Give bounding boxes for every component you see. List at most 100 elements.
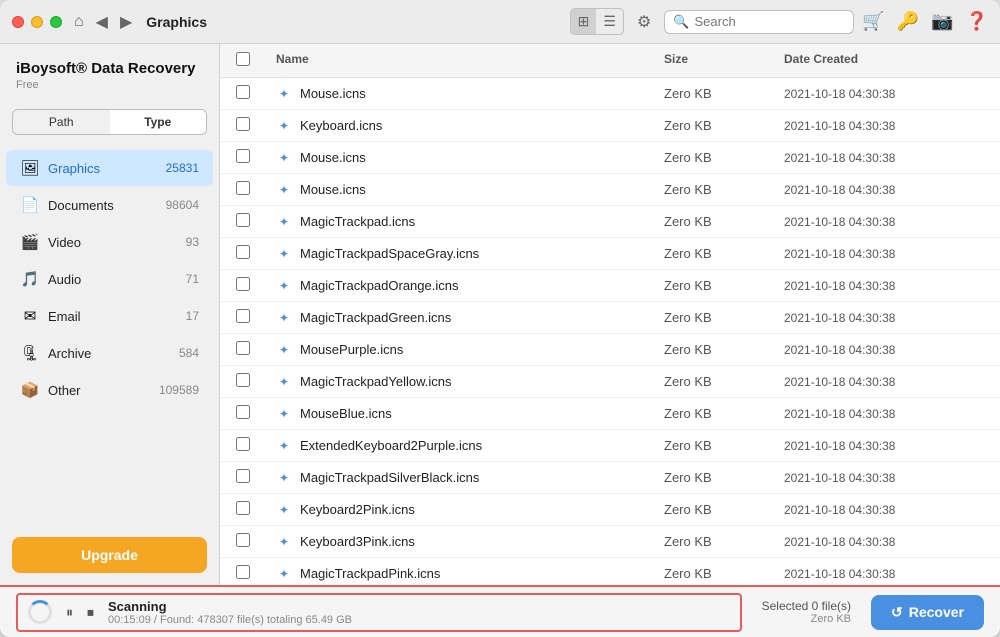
file-size: Zero KB — [664, 534, 784, 549]
filter-button[interactable]: ⚙ — [632, 10, 656, 34]
file-date: 2021-10-18 04:30:38 — [784, 311, 984, 325]
sidebar-item-count-video: 93 — [186, 235, 199, 249]
pause-button[interactable]: ⏸ — [62, 602, 77, 623]
file-size: Zero KB — [664, 182, 784, 197]
home-icon[interactable]: ⌂ — [74, 13, 84, 31]
file-name: MagicTrackpad.icns — [300, 214, 415, 229]
file-type-icon: ✦ — [276, 215, 292, 229]
sidebar-item-documents[interactable]: 📄 Documents 98604 — [6, 187, 213, 223]
file-checkbox[interactable] — [236, 341, 250, 355]
stop-button[interactable]: ⏹ — [83, 602, 98, 623]
file-name: Keyboard.icns — [300, 118, 382, 133]
file-checkbox[interactable] — [236, 373, 250, 387]
row-checkbox-cell — [236, 277, 276, 294]
audio-icon: 🎵 — [20, 269, 40, 289]
row-checkbox-cell — [236, 213, 276, 230]
key-icon[interactable]: 🔑 — [897, 11, 919, 32]
table-row: ✦ MagicTrackpadGreen.icns Zero KB 2021-1… — [220, 302, 1000, 334]
scan-status-outline: ⏸ ⏹ Scanning 00:15:09 / Found: 478307 fi… — [16, 593, 742, 632]
sidebar-item-other[interactable]: 📦 Other 109589 — [6, 372, 213, 408]
tab-type[interactable]: Type — [110, 110, 207, 134]
file-area: Name Size Date Created ✦ Mouse.icns Zero… — [220, 44, 1000, 585]
file-size: Zero KB — [664, 214, 784, 229]
file-type-icon: ✦ — [276, 439, 292, 453]
camera-icon[interactable]: 📷 — [931, 11, 953, 32]
file-size: Zero KB — [664, 246, 784, 261]
file-list: ✦ Mouse.icns Zero KB 2021-10-18 04:30:38… — [220, 78, 1000, 585]
file-type-icon: ✦ — [276, 407, 292, 421]
sidebar-item-graphics[interactable]: 🖼 Graphics 25831 — [6, 150, 213, 186]
minimize-button[interactable] — [31, 16, 43, 28]
file-checkbox[interactable] — [236, 405, 250, 419]
scan-title: Scanning — [108, 599, 730, 614]
file-date: 2021-10-18 04:30:38 — [784, 375, 984, 389]
file-name-cell: ✦ MousePurple.icns — [276, 342, 664, 357]
file-name-cell: ✦ MouseBlue.icns — [276, 406, 664, 421]
file-checkbox[interactable] — [236, 85, 250, 99]
file-name-cell: ✦ MagicTrackpadGreen.icns — [276, 310, 664, 325]
sidebar-item-audio[interactable]: 🎵 Audio 71 — [6, 261, 213, 297]
sidebar-items: 🖼 Graphics 25831 📄 Documents 98604 🎬 Vid… — [0, 145, 219, 525]
list-view-button[interactable]: ☰ — [596, 9, 623, 34]
cart-icon[interactable]: 🛒 — [862, 11, 884, 32]
header-date: Date Created — [784, 52, 984, 69]
forward-button[interactable]: ▶ — [116, 10, 136, 34]
file-name: MagicTrackpadSilverBlack.icns — [300, 470, 479, 485]
sidebar-item-video[interactable]: 🎬 Video 93 — [6, 224, 213, 260]
file-checkbox[interactable] — [236, 117, 250, 131]
graphics-icon: 🖼 — [20, 158, 40, 178]
file-type-icon: ✦ — [276, 183, 292, 197]
traffic-lights — [12, 16, 62, 28]
file-checkbox[interactable] — [236, 565, 250, 579]
file-date: 2021-10-18 04:30:38 — [784, 439, 984, 453]
file-checkbox[interactable] — [236, 533, 250, 547]
select-all-checkbox[interactable] — [236, 52, 250, 66]
row-checkbox-cell — [236, 309, 276, 326]
grid-view-button[interactable]: ⊞ — [571, 9, 597, 34]
file-name-cell: ✦ ExtendedKeyboard2Purple.icns — [276, 438, 664, 453]
back-button[interactable]: ◀ — [92, 10, 112, 34]
row-checkbox-cell — [236, 85, 276, 102]
search-input[interactable] — [695, 14, 846, 29]
close-button[interactable] — [12, 16, 24, 28]
titlebar-home[interactable]: ⌂ — [74, 13, 84, 31]
file-type-icon: ✦ — [276, 343, 292, 357]
file-checkbox[interactable] — [236, 437, 250, 451]
sidebar: iBoysoft® Data Recovery Free Path Type 🖼… — [0, 44, 220, 585]
file-checkbox[interactable] — [236, 149, 250, 163]
file-date: 2021-10-18 04:30:38 — [784, 407, 984, 421]
file-name: Mouse.icns — [300, 86, 366, 101]
file-date: 2021-10-18 04:30:38 — [784, 503, 984, 517]
file-checkbox[interactable] — [236, 245, 250, 259]
titlebar: ⌂ ◀ ▶ Graphics ⊞ ☰ ⚙ 🔍 🛒 🔑 📷 ❓ — [0, 0, 1000, 44]
sidebar-item-archive[interactable]: 🗜 Archive 584 — [6, 335, 213, 371]
file-name: Mouse.icns — [300, 150, 366, 165]
file-checkbox[interactable] — [236, 501, 250, 515]
upgrade-button[interactable]: Upgrade — [12, 537, 207, 573]
scan-controls: ⏸ ⏹ — [62, 602, 98, 623]
tab-path[interactable]: Path — [13, 110, 110, 134]
file-date: 2021-10-18 04:30:38 — [784, 183, 984, 197]
selected-count: Selected 0 file(s) — [762, 599, 851, 613]
maximize-button[interactable] — [50, 16, 62, 28]
table-row: ✦ MagicTrackpadYellow.icns Zero KB 2021-… — [220, 366, 1000, 398]
table-row: ✦ Keyboard2Pink.icns Zero KB 2021-10-18 … — [220, 494, 1000, 526]
file-checkbox[interactable] — [236, 213, 250, 227]
table-row: ✦ MagicTrackpadPink.icns Zero KB 2021-10… — [220, 558, 1000, 585]
file-name-cell: ✦ MagicTrackpadOrange.icns — [276, 278, 664, 293]
file-name-cell: ✦ Mouse.icns — [276, 86, 664, 101]
file-checkbox[interactable] — [236, 277, 250, 291]
recover-label: Recover — [909, 604, 964, 620]
file-checkbox[interactable] — [236, 469, 250, 483]
file-size: Zero KB — [664, 566, 784, 581]
file-name: MagicTrackpadYellow.icns — [300, 374, 452, 389]
file-checkbox[interactable] — [236, 309, 250, 323]
sidebar-item-email[interactable]: ✉ Email 17 — [6, 298, 213, 334]
recover-button[interactable]: ↺ Recover — [871, 595, 984, 630]
row-checkbox-cell — [236, 181, 276, 198]
help-icon[interactable]: ❓ — [966, 11, 988, 32]
file-checkbox[interactable] — [236, 181, 250, 195]
file-name: Mouse.icns — [300, 182, 366, 197]
search-box: 🔍 — [664, 10, 854, 34]
file-name-cell: ✦ Mouse.icns — [276, 182, 664, 197]
